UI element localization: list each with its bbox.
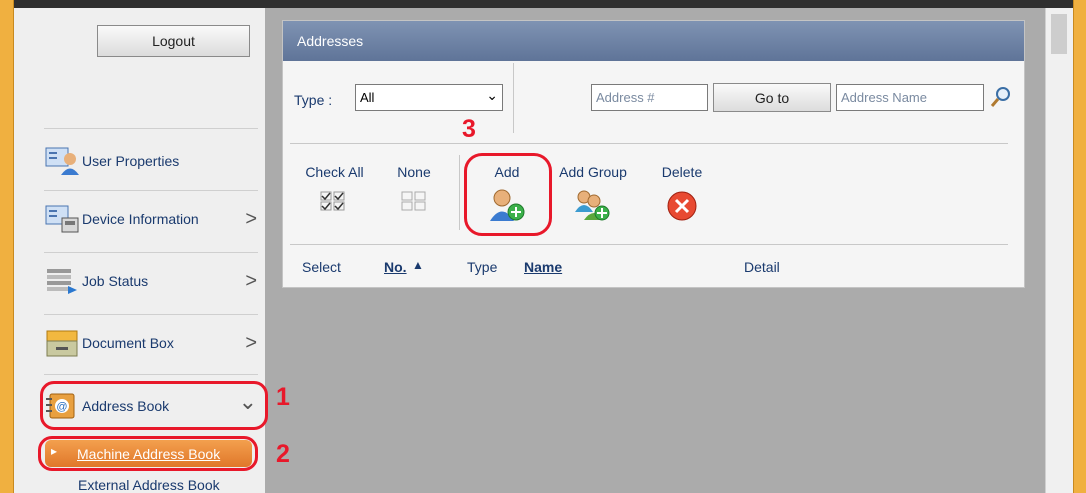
sidebar-item-device-information[interactable]: Device Information > [44, 196, 265, 242]
toolbar-separator [459, 155, 460, 230]
document-box-icon [44, 328, 80, 358]
sidebar-item-document-box[interactable]: Document Box > [44, 320, 265, 366]
sidebar-item-label: User Properties [82, 153, 180, 169]
callout-2: 2 [276, 440, 290, 468]
sidebar-item-user-properties[interactable]: User Properties [44, 138, 265, 184]
column-no-sort-link[interactable]: No. [384, 259, 407, 275]
scrollbar[interactable] [1045, 8, 1073, 493]
address-number-input[interactable]: Address # [591, 84, 708, 111]
column-select: Select [302, 259, 341, 275]
search-icon[interactable] [990, 86, 1012, 108]
address-name-input[interactable]: Address Name [836, 84, 984, 111]
sidebar-divider [44, 374, 258, 375]
callout-1: 1 [276, 383, 290, 411]
panel-title: Addresses [283, 21, 1024, 61]
check-all-icon[interactable] [319, 189, 347, 213]
sidebar-divider [44, 314, 258, 315]
type-select-value: All [360, 90, 375, 105]
type-label: Type : [294, 92, 333, 108]
column-name-sort-link[interactable]: Name [524, 259, 562, 275]
column-type: Type [467, 259, 498, 275]
toolbar-divider [290, 143, 1008, 144]
sidebar-item-label: Document Box [82, 335, 174, 351]
sidebar-divider [44, 252, 258, 253]
highlight-address-book [40, 381, 268, 430]
external-address-book-link[interactable]: External Address Book [78, 477, 220, 493]
device-information-icon [44, 204, 80, 234]
chevron-down-icon: ⌄ [486, 87, 498, 103]
delete-label[interactable]: Delete [654, 164, 710, 180]
sidebar-divider [44, 190, 258, 191]
type-select[interactable]: All ⌄ [355, 84, 503, 111]
toolbar-separator [513, 63, 514, 133]
uncheck-all-icon[interactable] [400, 189, 428, 213]
sidebar-divider [44, 128, 258, 129]
callout-3: 3 [462, 115, 476, 143]
chevron-right-icon: > [245, 207, 257, 230]
chevron-right-icon: > [245, 331, 257, 354]
chevron-right-icon: > [245, 269, 257, 292]
check-all-label[interactable]: Check All [297, 164, 372, 180]
none-label[interactable]: None [386, 164, 442, 180]
top-bar [14, 0, 1073, 8]
scrollbar-thumb[interactable] [1051, 14, 1067, 54]
frame-left-border [0, 0, 14, 493]
goto-button[interactable]: Go to [713, 83, 831, 112]
sidebar-item-label: Job Status [82, 273, 149, 289]
frame-right-border [1073, 0, 1086, 493]
sort-ascending-icon: ▲ [412, 258, 424, 272]
highlight-machine-address-book [38, 436, 258, 471]
table-header-divider [290, 244, 1008, 245]
logout-button[interactable]: Logout [97, 25, 250, 57]
user-properties-icon [44, 146, 80, 176]
job-status-icon [44, 266, 80, 296]
delete-icon[interactable] [666, 190, 698, 222]
add-group-icon[interactable] [572, 188, 612, 222]
highlight-add-button [464, 153, 552, 236]
sidebar-item-label: Device Information [82, 211, 199, 227]
sidebar-item-job-status[interactable]: Job Status > [44, 258, 265, 304]
column-detail: Detail [744, 259, 780, 275]
add-group-label[interactable]: Add Group [551, 164, 635, 180]
